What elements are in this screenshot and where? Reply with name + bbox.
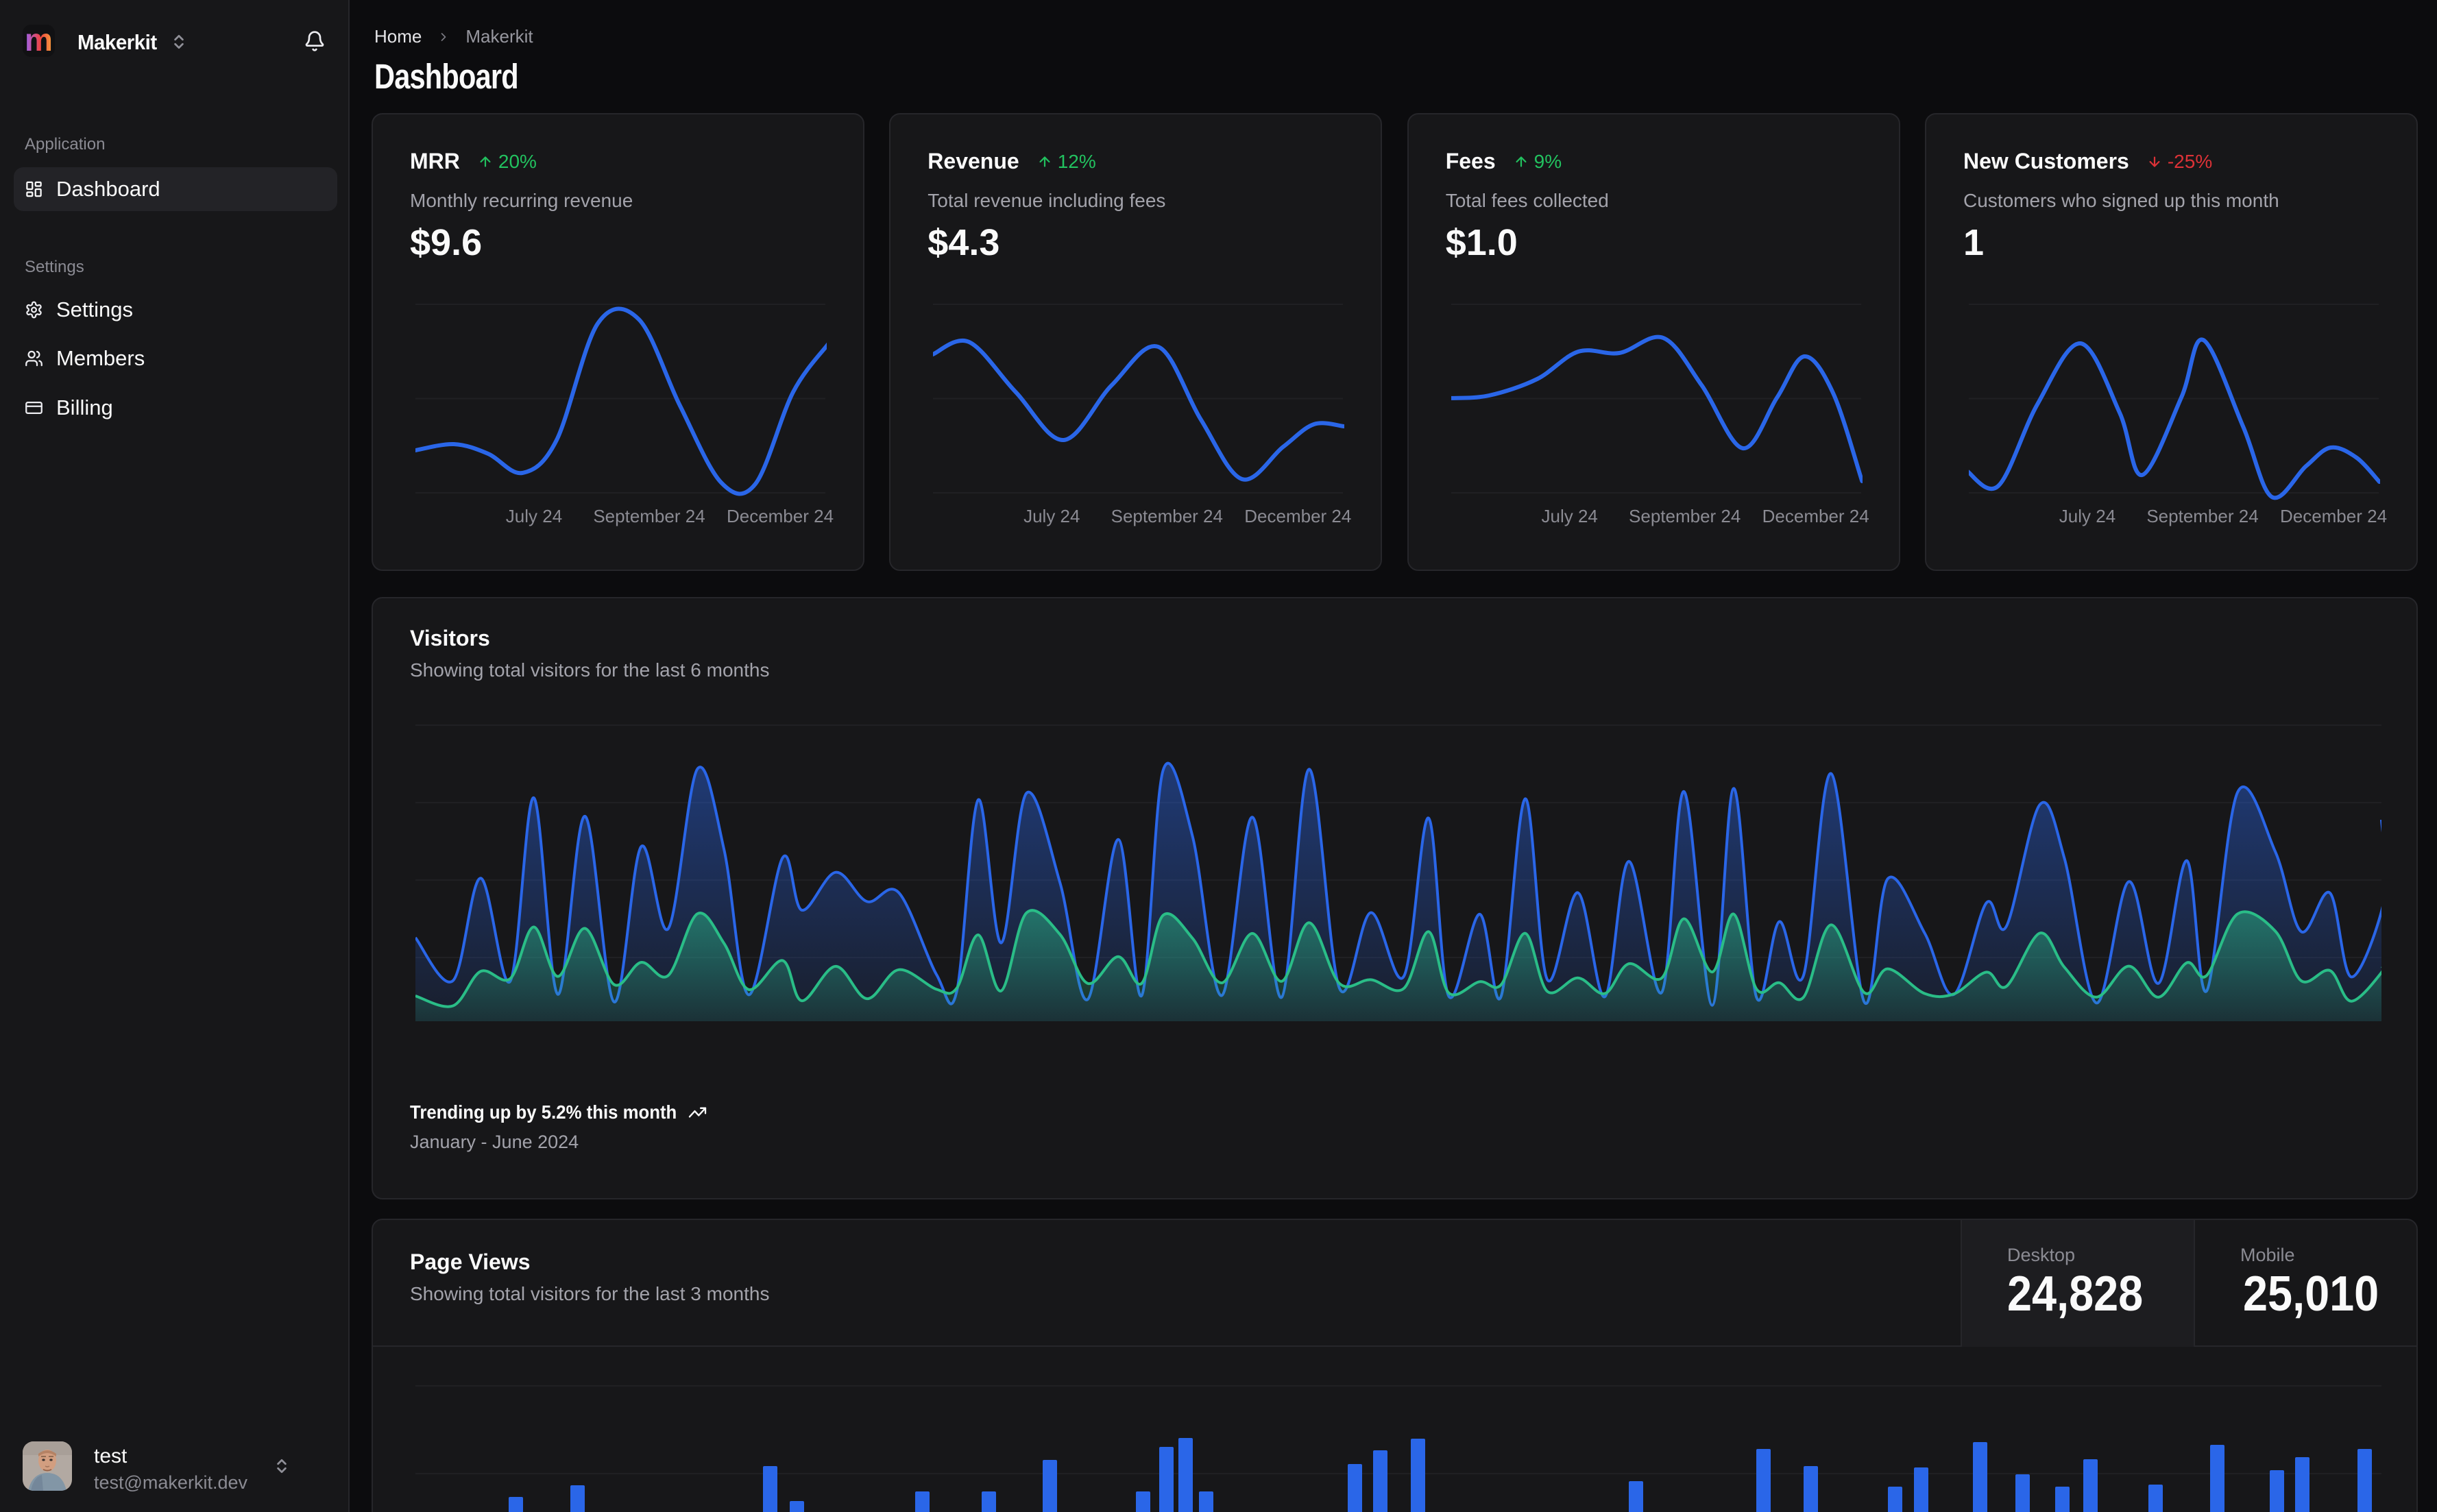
svg-text:m: m (25, 25, 53, 57)
